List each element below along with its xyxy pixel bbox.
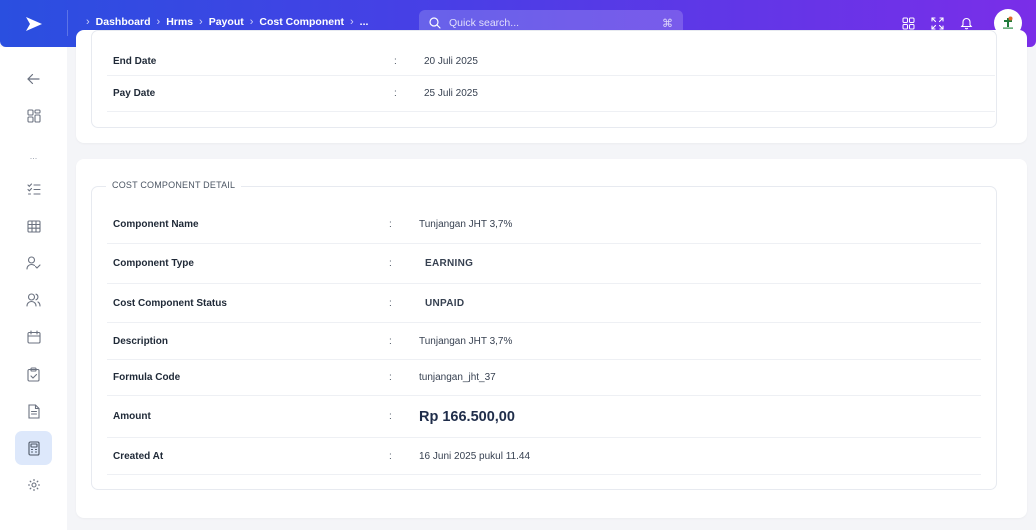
back-arrow-icon (27, 73, 40, 85)
sidebar-item-document[interactable] (15, 394, 52, 428)
sidebar-item-calculator[interactable] (15, 431, 52, 465)
chevron-right-icon: › (199, 16, 203, 28)
calculator-icon (27, 440, 40, 456)
detail-row-pay-date: Pay Date : 25 Juli 2025 (107, 76, 995, 112)
status-badge: UNPAID (425, 297, 465, 309)
sidebar-item-table[interactable] (15, 209, 52, 243)
detail-row-status: Cost Component Status : UNPAID (107, 284, 981, 323)
row-value: 16 Juni 2025 pukul 11.44 (419, 450, 531, 462)
shortcut-key-icon: ⌘ (662, 17, 673, 30)
detail-row-created-at: Created At : 16 Juni 2025 pukul 11.44 (107, 438, 981, 475)
breadcrumb-ellipsis[interactable]: ... (360, 16, 369, 28)
detail-row-formula-code: Formula Code : tunjangan_jht_37 (107, 360, 981, 396)
sidebar-back[interactable] (15, 62, 52, 96)
checklist-icon (26, 183, 41, 195)
section-title: COST COMPONENT DETAIL (106, 180, 242, 190)
sidebar-item-tasks[interactable] (15, 172, 52, 206)
search-icon (429, 17, 441, 29)
sidebar-item-clipboard[interactable] (15, 357, 52, 391)
amount-value: Rp 166.500,00 (419, 408, 515, 425)
sidebar-item-calendar[interactable] (15, 320, 52, 354)
sidebar-more: ... (29, 151, 38, 161)
type-badge: EARNING (425, 258, 474, 269)
row-value: Tunjangan JHT 3,7% (419, 335, 513, 347)
row-label: Pay Date (113, 88, 156, 99)
users-icon (26, 293, 41, 307)
sidebar-item-settings[interactable] (15, 468, 52, 502)
calendar-icon (26, 330, 41, 344)
row-value: tunjangan_jht_37 (419, 372, 496, 383)
row-colon: : (389, 297, 392, 309)
app-logo[interactable] (0, 0, 67, 47)
row-label: Description (113, 335, 169, 347)
breadcrumb-payout[interactable]: Payout (209, 16, 244, 28)
chevron-right-icon: › (86, 16, 90, 28)
row-colon: : (394, 55, 397, 67)
breadcrumb-cost-component[interactable]: Cost Component (259, 16, 344, 28)
company-logo-icon (1003, 16, 1013, 29)
search-input[interactable] (449, 17, 654, 29)
row-label: Component Type (113, 258, 194, 269)
row-value: 25 Juli 2025 (424, 88, 478, 99)
sidebar-item-users[interactable] (15, 283, 52, 317)
logo-arrow-icon (25, 16, 42, 31)
sidebar: ... (0, 47, 67, 530)
header-divider (67, 10, 68, 36)
detail-row-end-date: End Date : 20 Juli 2025 (107, 47, 995, 76)
breadcrumb-dashboard[interactable]: Dashboard (96, 16, 151, 28)
row-label: Created At (113, 450, 164, 462)
row-value: Tunjangan JHT 3,7% (419, 219, 513, 230)
table-icon (26, 219, 41, 233)
row-colon: : (389, 219, 392, 230)
sidebar-item-user-check[interactable] (15, 246, 52, 280)
detail-row-component-type: Component Type : EARNING (107, 244, 981, 284)
breadcrumb-hrms[interactable]: Hrms (166, 16, 193, 28)
row-label: Component Name (113, 219, 199, 230)
clipboard-icon (27, 366, 40, 382)
document-icon (27, 403, 40, 419)
row-value: 20 Juli 2025 (424, 55, 478, 67)
row-colon: : (394, 88, 397, 99)
detail-row-component-name: Component Name : Tunjangan JHT 3,7% (107, 206, 981, 244)
row-colon: : (389, 450, 392, 462)
chevron-right-icon: › (249, 16, 254, 28)
row-label: Formula Code (113, 372, 181, 383)
row-label: Cost Component Status (113, 297, 227, 309)
row-colon: : (389, 372, 392, 383)
row-colon: : (389, 335, 392, 347)
row-label: End Date (113, 55, 157, 67)
chevron-right-icon: › (349, 16, 354, 28)
row-label: Amount (113, 411, 151, 422)
sidebar-item-dashboard[interactable] (15, 99, 52, 133)
row-colon: : (389, 258, 392, 269)
detail-row-description: Description : Tunjangan JHT 3,7% (107, 323, 981, 360)
detail-row-amount: Amount : Rp 166.500,00 (107, 396, 981, 438)
row-colon: : (389, 411, 392, 422)
user-check-icon (26, 256, 41, 270)
dashboard-grid-icon (26, 109, 41, 123)
chevron-right-icon: › (156, 16, 161, 28)
gear-icon (27, 479, 40, 491)
breadcrumb: › Dashboard › Hrms › Payout › Cost Compo… (86, 16, 368, 28)
